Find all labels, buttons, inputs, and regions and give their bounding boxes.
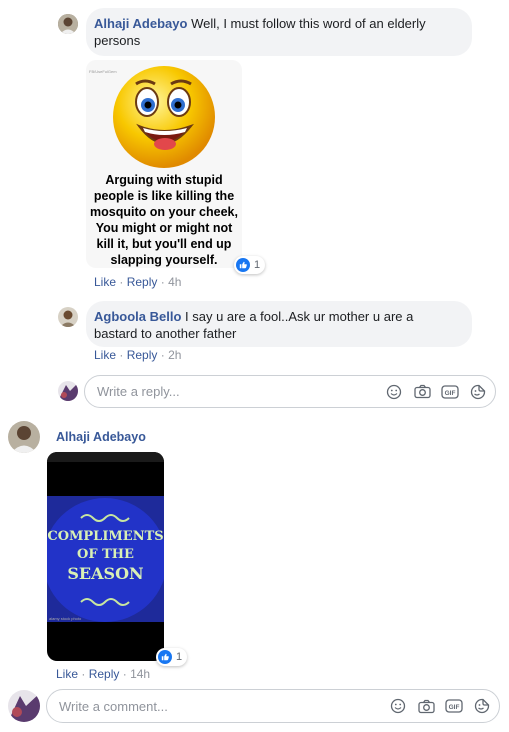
comment-actions: Like · Reply · 2h [94, 348, 181, 362]
like-link[interactable]: Like [94, 348, 116, 362]
season-line: OF THE [77, 547, 134, 562]
reaction-number: 1 [254, 259, 261, 271]
image-credit: alamy stock photo [49, 616, 82, 621]
comment-image[interactable]: COMPLIMENTS OF THE SEASON alamy stock ph… [47, 452, 164, 661]
timestamp[interactable]: 14h [130, 667, 150, 681]
comment-author[interactable]: Alhaji Adebayo [94, 16, 187, 31]
camera-icon[interactable] [417, 697, 435, 715]
caption-line: people is like killing the [93, 189, 235, 203]
emoji-icon[interactable] [385, 383, 403, 401]
caption-line: slapping yourself. [110, 253, 218, 267]
user-photo [8, 690, 40, 722]
timestamp[interactable]: 2h [168, 348, 181, 362]
separator: · [119, 275, 124, 289]
separator: · [160, 348, 165, 362]
comment-text: Agboola Bello I say u are a fool..Ask ur… [94, 308, 466, 342]
reaction-number: 1 [176, 651, 183, 663]
gif-icon[interactable]: GIF [441, 383, 459, 401]
like-link[interactable]: Like [56, 667, 78, 681]
caption-line: Arguing with stupid [105, 173, 223, 187]
like-link[interactable]: Like [94, 275, 116, 289]
phone-status-bar [47, 452, 164, 462]
camera-icon[interactable] [413, 383, 431, 401]
comment-body-line: bastard to another father [94, 326, 237, 341]
sticker-icon[interactable] [469, 383, 487, 401]
user-photo [58, 381, 78, 401]
smiley-emoji-icon [113, 66, 215, 168]
season-graphic: COMPLIMENTS OF THE SEASON [47, 496, 164, 622]
comment-body-line: persons [94, 33, 141, 48]
svg-text:GIF: GIF [449, 704, 460, 711]
svg-text:GIF: GIF [445, 390, 456, 397]
user-photo [58, 307, 78, 327]
reply-link[interactable]: Reply [127, 348, 158, 362]
like-reaction-icon [158, 650, 172, 664]
comment-body-line: Well, I must follow this word of an elde… [191, 16, 426, 31]
comment-author[interactable]: Alhaji Adebayo [56, 430, 146, 444]
separator: · [122, 667, 127, 681]
comment-author[interactable]: Agboola Bello [94, 309, 181, 324]
sticker-icon[interactable] [473, 697, 491, 715]
separator: · [119, 348, 124, 362]
season-line: SEASON [67, 564, 144, 583]
reaction-count[interactable]: 1 [156, 648, 188, 666]
avatar[interactable] [58, 14, 78, 34]
avatar[interactable] [58, 307, 78, 327]
comment-input[interactable]: Write a comment... GIF [46, 689, 500, 723]
comment-image[interactable]: FB/UseFulGem Arguing with stupid people … [86, 60, 242, 268]
input-icons: GIF [385, 383, 495, 401]
reply-link[interactable]: Reply [127, 275, 158, 289]
input-icons: GIF [389, 697, 499, 715]
caption-line: kill it, but you'll end up [96, 237, 232, 251]
current-user-avatar [8, 690, 40, 722]
season-text: COMPLIMENTS OF THE SEASON [47, 528, 164, 584]
reply-link[interactable]: Reply [89, 667, 120, 681]
user-photo [58, 14, 78, 34]
separator: · [160, 275, 165, 289]
caption-line: You might or might not [95, 221, 233, 235]
emoji-icon[interactable] [389, 697, 407, 715]
comment-text: Alhaji Adebayo Well, I must follow this … [94, 15, 466, 49]
caption-line: mosquito on your cheek, [90, 205, 238, 219]
like-reaction-icon [236, 258, 250, 272]
image-caption: Arguing with stupid people is like killi… [86, 172, 242, 268]
timestamp[interactable]: 4h [168, 275, 181, 289]
season-line: COMPLIMENTS [47, 529, 164, 544]
reply-placeholder: Write a reply... [97, 384, 180, 399]
comment-bubble: Agboola Bello I say u are a fool..Ask ur… [86, 301, 472, 347]
reaction-count[interactable]: 1 [234, 256, 266, 274]
comment-bubble: Alhaji Adebayo Well, I must follow this … [86, 8, 472, 56]
user-photo [8, 421, 40, 453]
comment-actions: Like · Reply · 4h [94, 275, 181, 289]
current-user-avatar [58, 381, 78, 401]
gif-icon[interactable]: GIF [445, 697, 463, 715]
avatar[interactable] [8, 421, 40, 453]
separator: · [81, 667, 86, 681]
comment-placeholder: Write a comment... [59, 698, 168, 714]
comment-actions: Like · Reply · 14h [56, 667, 150, 681]
reply-input[interactable]: Write a reply... GIF [84, 375, 496, 408]
comment-body-line: I say u are a fool..Ask ur mother u are … [185, 309, 414, 324]
